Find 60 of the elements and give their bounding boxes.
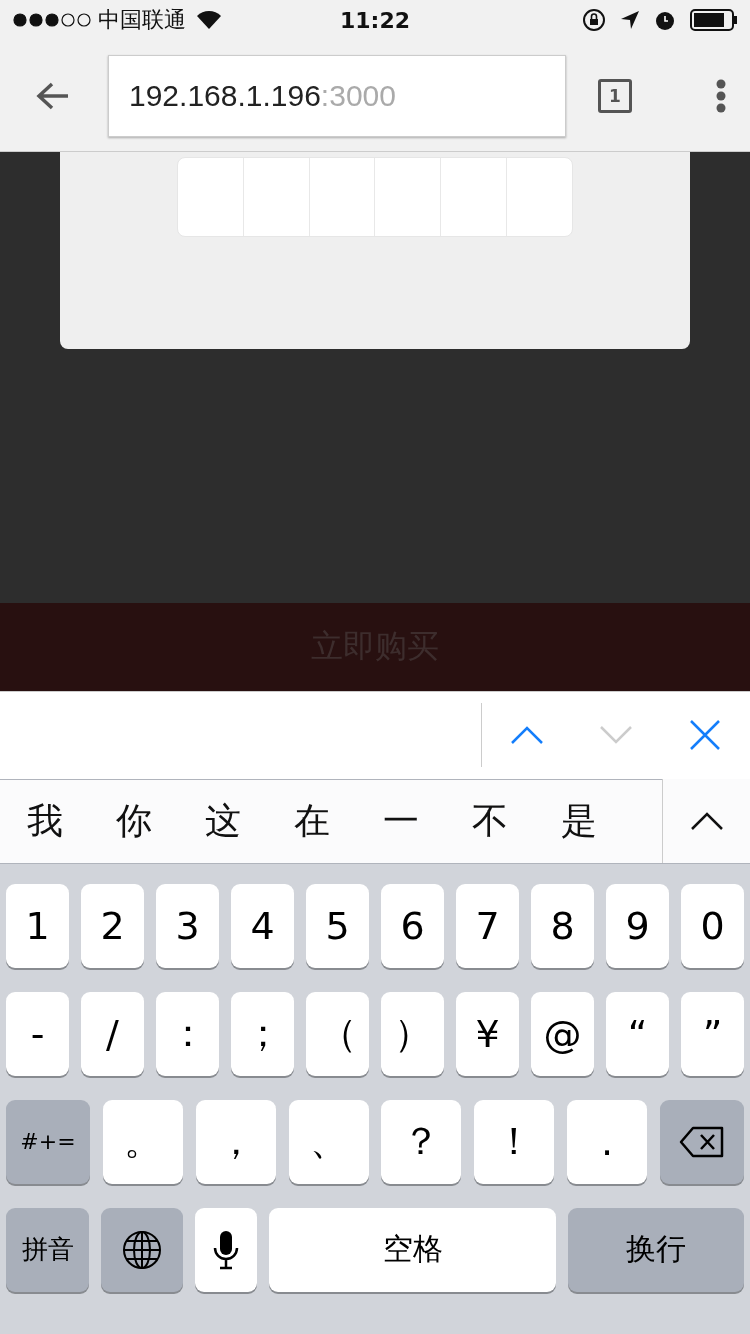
keyboard-key[interactable]: 2 [81,883,144,968]
keyboard-key[interactable]: . [567,1099,648,1184]
wifi-icon [196,10,222,30]
keyboard-key[interactable]: 6 [381,883,444,968]
keyboard-key[interactable]: ？ [381,1099,462,1184]
globe-key[interactable] [101,1207,183,1292]
back-arrow-icon[interactable] [36,80,70,111]
globe-icon [122,1229,163,1270]
chevron-up-icon [689,811,724,831]
keyboard-key[interactable]: 7 [456,883,519,968]
keyboard-key[interactable]: 8 [531,883,594,968]
keyboard-key[interactable]: ¥ [456,991,519,1076]
candidate-word[interactable]: 这 [178,796,267,846]
microphone-icon [213,1229,240,1270]
chevron-up-icon [509,725,544,745]
keyboard-key[interactable]: 9 [606,883,669,968]
keyboard-key[interactable]: 0 [681,883,744,968]
rotation-lock-icon [582,8,606,32]
mode-key[interactable]: 拼音 [6,1207,90,1292]
keyboard-key[interactable]: （ [306,991,369,1076]
candidate-word[interactable]: 不 [445,796,534,846]
carrier-name: 中国联通 [98,6,186,34]
backspace-icon [678,1125,725,1158]
keyboard-key[interactable]: ） [381,991,444,1076]
return-key[interactable]: 换行 [568,1207,744,1292]
keyboard-key[interactable]: ； [231,991,294,1076]
delete-key[interactable] [659,1099,744,1184]
keyboard-key[interactable]: @ [531,991,594,1076]
mode-key[interactable]: #+= [6,1099,90,1184]
keyboard-key[interactable]: 5 [306,883,369,968]
keyboard-key[interactable]: ” [681,991,744,1076]
battery-icon [690,9,738,31]
keyboard-key[interactable]: 。 [102,1099,183,1184]
address-bar[interactable]: 192.168.1.196:3000 [108,54,566,137]
keyboard-key[interactable]: ， [195,1099,276,1184]
keyboard-key[interactable]: “ [606,991,669,1076]
candidate-word[interactable]: 一 [356,796,445,846]
keyboard-key[interactable]: 4 [231,883,294,968]
dictation-key[interactable] [194,1207,258,1292]
keyboard-key[interactable]: 3 [156,883,219,968]
candidate-word[interactable]: 你 [89,796,178,846]
candidate-word[interactable]: 我 [0,796,89,846]
keyboard-key[interactable]: / [81,991,144,1076]
keyboard-key[interactable]: 、 [288,1099,369,1184]
candidate-word[interactable]: 是 [534,796,623,846]
location-arrow-icon [620,10,640,30]
pin-input-field[interactable] [177,157,573,237]
clock-time: 11:22 [340,7,410,33]
more-menu-icon[interactable] [716,78,726,113]
candidate-word[interactable]: 在 [267,796,356,846]
close-icon [689,719,722,751]
keyboard-key[interactable]: 1 [6,883,69,968]
keyboard-key[interactable]: - [6,991,69,1076]
space-key[interactable]: 空格 [269,1207,557,1292]
signal-icon [12,12,92,28]
chevron-down-icon [599,725,633,745]
alarm-icon [654,9,676,31]
keyboard-key[interactable]: ： [156,991,219,1076]
tab-switcher-button[interactable]: 1 [598,78,632,113]
keyboard-key[interactable]: ！ [474,1099,555,1184]
